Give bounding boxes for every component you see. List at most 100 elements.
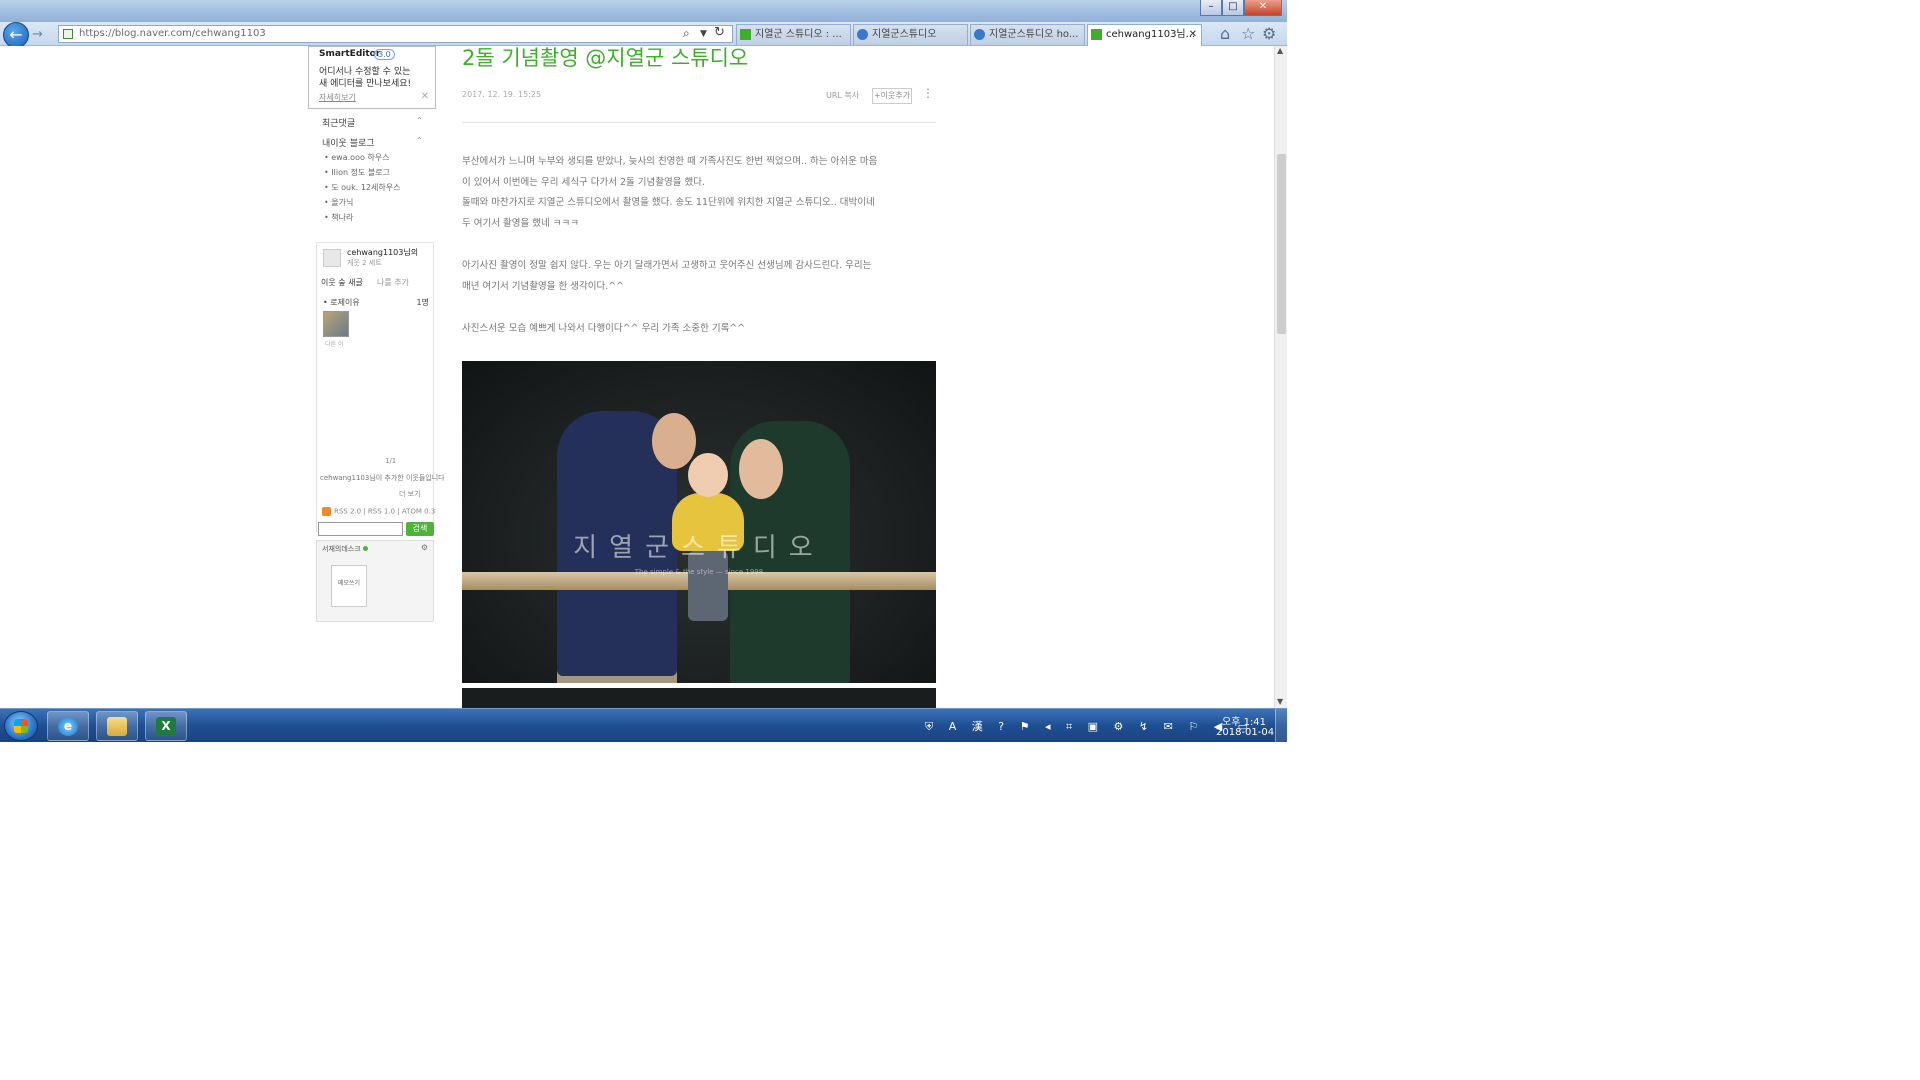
divider <box>462 122 936 123</box>
taskbar-excel-button[interactable]: X <box>145 711 187 741</box>
search-icon[interactable]: ⌕ <box>683 26 690 41</box>
desk-title: 서재의데스크 <box>322 544 368 554</box>
list-item[interactable]: • 도 ouk. 12세하우스 <box>324 180 400 195</box>
smarteditor-promo[interactable]: SmartEditor 3.0 어디서나 수정할 수 있는 새 에디터를 만나보… <box>308 46 436 109</box>
smarteditor-link[interactable]: 자세히보기 <box>319 92 356 103</box>
list-item[interactable]: • ewa.ooo 하우스 <box>324 150 400 165</box>
close-icon[interactable]: ✕ <box>1189 25 1197 44</box>
photo-detail <box>688 453 728 497</box>
photo-watermark-sub: The simple & the style — since 1998 <box>634 568 764 576</box>
paragraph-line: 매년 여기서 기념촬영을 한 생각이다.^^ <box>462 280 625 292</box>
close-window-button[interactable]: ✕ <box>1244 0 1282 16</box>
address-url[interactable]: https://blog.naver.com/cehwang1103 <box>79 27 266 41</box>
home-icon[interactable]: ⌂ <box>1220 24 1230 43</box>
start-button[interactable] <box>4 711 38 741</box>
pager[interactable]: 1/1 <box>385 457 396 465</box>
rss-text: RSS 2.0 | RSS 1.0 | ATOM 0.3 <box>334 507 436 516</box>
taskbar-explorer-button[interactable] <box>96 711 138 741</box>
page-favicon-icon <box>63 29 73 39</box>
naver-favicon-icon <box>740 29 751 40</box>
neighbor-posts-heading[interactable]: 내이웃 블로그 <box>322 136 375 149</box>
photo-detail <box>739 439 783 499</box>
screen: – □ ✕ ← → https://blog.naver.com/cehwang… <box>0 0 1287 742</box>
back-arrow-icon[interactable]: ← <box>3 22 29 48</box>
paragraph-line: 사진스서운 모습 예쁘게 나와서 다행이다^^ 우리 가족 소중한 기록^^ <box>462 323 746 334</box>
family-photo[interactable]: 지열군스튜디오 The simple & the style — since 1… <box>462 361 936 683</box>
blog-search-input[interactable] <box>318 522 403 536</box>
page-viewport: SmartEditor 3.0 어디서나 수정할 수 있는 새 에디터를 만나보… <box>0 46 1274 708</box>
tab-label: 지열군스튜디오 ho... <box>989 29 1079 40</box>
rss-icon <box>322 507 331 516</box>
tab-cehwang-active[interactable]: cehwang1103님... ✕ <box>1087 24 1202 46</box>
tab-neighbor-new[interactable]: 이웃 숲 새글 <box>321 277 363 288</box>
recent-comments-heading[interactable]: 최근댓글 <box>322 116 355 129</box>
paragraph-line: 부산에서가 느니며 누부와 생되를 받았나, 늦사의 친영한 때 가족사진도 한… <box>462 156 878 167</box>
chevron-up-icon[interactable]: ⌃ <box>416 116 423 125</box>
chevron-up-icon[interactable]: ⌃ <box>416 136 423 145</box>
buddy-description: cehwang1103님이 추가한 이웃들입니다 <box>320 474 445 482</box>
close-icon[interactable]: ✕ <box>421 91 429 102</box>
refresh-icon[interactable]: ↻ <box>714 25 725 40</box>
status-dot-icon <box>362 546 368 551</box>
post-date: 2017. 12. 19. 15:25 <box>462 90 542 99</box>
profile-name[interactable]: cehwang1103님의 <box>347 247 418 258</box>
avatar[interactable] <box>323 249 341 267</box>
list-item[interactable]: • 책나라 <box>324 210 400 225</box>
smarteditor-version-badge: 3.0 <box>374 49 395 60</box>
desk-title-text: 서재의데스크 <box>322 545 361 553</box>
photo-watermark: 지열군스튜디오 <box>573 533 825 563</box>
tab-jiyeolgun-1[interactable]: 지열군 스튜디오 : ... <box>736 24 851 45</box>
address-bar[interactable]: https://blog.naver.com/cehwang1103 ⌕ ▼ ↻ <box>58 25 733 43</box>
photo-detail <box>652 413 696 469</box>
forward-arrow-icon[interactable]: → <box>32 27 50 43</box>
excel-icon: X <box>156 717 176 736</box>
window-titlebar[interactable]: – □ ✕ <box>0 0 1287 22</box>
neighbor-row[interactable]: • 로제이유 1명 <box>323 297 429 308</box>
neighbor-blog-list: • ewa.ooo 하우스 • Ilion 정도 블로그 • 도 ouk. 12… <box>324 150 400 225</box>
paragraph-line: 돌때와 마찬가지로 지열군 스튜디오에서 촬영을 했다. 송도 11단위에 위치… <box>462 197 875 208</box>
ie-page-icon <box>974 29 985 40</box>
list-item[interactable]: • 올가닉 <box>324 195 400 210</box>
more-options-icon[interactable]: ⋮ <box>922 86 934 100</box>
tab-label: 지열군 스튜디오 : ... <box>755 29 842 40</box>
maximize-button[interactable]: □ <box>1222 0 1244 16</box>
blog-search-button[interactable]: 검색 <box>406 522 434 536</box>
neighbor-widget: cehwang1103님의 게웃 2 세트 이웃 숲 새글 나를 추가 • 로제… <box>316 242 445 532</box>
neighbor-thumbnail[interactable] <box>323 311 349 337</box>
show-desktop-button[interactable] <box>1275 709 1287 742</box>
gear-icon[interactable]: ⚙ <box>421 543 428 552</box>
rss-links[interactable]: RSS 2.0 | RSS 1.0 | ATOM 0.3 <box>322 507 435 516</box>
taskbar-ie-button[interactable]: e <box>47 711 89 741</box>
chevron-down-icon[interactable]: ▼ <box>700 26 707 42</box>
smarteditor-title: SmartEditor <box>319 49 381 59</box>
post-paragraph: 아기사진 촬영이 정말 쉽지 않다. 우는 아기 달래가면서 고생하고 웃어주신… <box>462 256 936 297</box>
gear-icon[interactable]: ⚙ <box>1262 24 1276 43</box>
clock-date[interactable]: 2018-01-04 <box>1216 727 1274 738</box>
tab-jiyeolgun-2[interactable]: 지열군스튜디오 <box>853 24 968 45</box>
system-tray-icons[interactable]: ⛨ A 漢 ? ⚑ ◂ ⌗ ▣ ⚙ ↯ ✉ ⚐ ◀ ▭ <box>925 718 1254 734</box>
post-paragraph: 사진스서운 모습 예쁘게 나와서 다행이다^^ 우리 가족 소중한 기록^^ <box>462 319 936 340</box>
paragraph-line: 아기사진 촬영이 정말 쉽지 않다. 우는 아기 달래가면서 고생하고 웃어주신… <box>462 260 872 271</box>
windows-logo-icon <box>14 719 28 733</box>
neighbor-name: • 로제이유 <box>323 298 360 307</box>
memo-note[interactable]: 메모쓰기 <box>331 565 367 607</box>
clock-time[interactable]: 오후 1:41 <box>1222 713 1266 728</box>
list-item[interactable]: • Ilion 정도 블로그 <box>324 165 400 180</box>
profile-sub: 게웃 2 세트 <box>347 259 382 267</box>
url-copy-button[interactable]: URL 복사 <box>826 90 859 101</box>
star-icon[interactable]: ☆ <box>1241 24 1255 43</box>
second-photo[interactable] <box>462 688 936 708</box>
tab-jiyeolgun-3[interactable]: 지열군스튜디오 ho... <box>970 24 1085 45</box>
post-title[interactable]: 2돌 기념촬영 @지열군 스튜디오 <box>462 46 748 72</box>
paragraph-line: 이 있어서 이번에는 우리 세식구 다가서 2돌 기념촬영을 했다. <box>462 176 705 188</box>
scroll-up-icon[interactable]: ▲ <box>1277 46 1283 55</box>
tab-label: cehwang1103님... <box>1106 29 1196 40</box>
scroll-down-icon[interactable]: ▼ <box>1277 697 1283 706</box>
add-neighbor-button[interactable]: +이웃추가 <box>872 88 912 104</box>
paragraph-line: 두 여기서 촬영을 했네 ㅋㅋㅋ <box>462 217 579 229</box>
minimize-button[interactable]: – <box>1200 0 1222 16</box>
more-link[interactable]: 더 보기 <box>399 489 421 499</box>
scrollbar-thumb[interactable] <box>1277 154 1286 334</box>
tab-added-me[interactable]: 나를 추가 <box>377 277 409 288</box>
vertical-scrollbar[interactable]: ▲ ▼ <box>1274 46 1287 708</box>
